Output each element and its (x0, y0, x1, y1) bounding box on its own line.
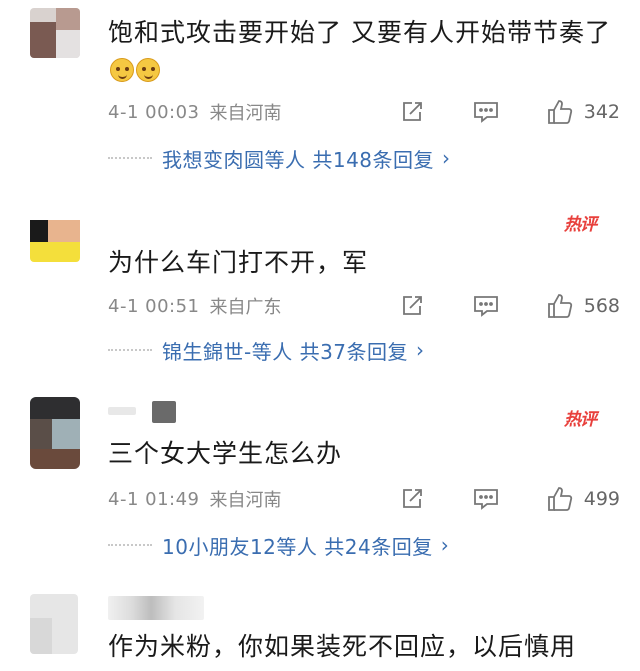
comment-item: 热评 为什么车门打不开，军 4-1 00:51 来自广东 568 锦生錦世-等人… (0, 200, 640, 395)
avatar[interactable] (30, 594, 78, 654)
username[interactable] (108, 596, 204, 620)
comment-text: 为什么车门打不开，军 (108, 244, 620, 281)
reply-summary-link[interactable]: 锦生錦世-等人 共37条回复 › (108, 335, 424, 365)
avatar[interactable] (30, 397, 80, 469)
like-count: 342 (583, 101, 620, 123)
comment-icon[interactable] (472, 292, 500, 320)
reply-summary-link[interactable]: 我想变肉圆等人 共148条回复 › (108, 143, 450, 173)
thumbs-up-icon[interactable] (546, 292, 574, 320)
comment-icon[interactable] (472, 485, 500, 513)
comment-text-content: 饱和式攻击要开始了 又要有人开始带节奏了 (108, 18, 611, 47)
dotted-divider (108, 544, 152, 546)
comment-location: 来自河南 (209, 103, 282, 124)
comment-item: 饱和式攻击要开始了 又要有人开始带节奏了 4-1 00:03 来自河南 342 … (0, 0, 640, 200)
comment-location: 来自河南 (209, 490, 282, 511)
doge-emoji-icon (136, 58, 160, 82)
reply-summary-link[interactable]: 10小朋友12等人 共24条回复 › (108, 530, 449, 560)
share-icon[interactable] (398, 98, 426, 126)
comment-time: 4-1 00:03 (108, 101, 200, 123)
username[interactable] (108, 407, 136, 415)
reply-summary-text: 锦生錦世-等人 共37条回复 (162, 339, 409, 364)
username[interactable] (152, 401, 176, 423)
comment-item: 热评 三个女大学生怎么办 4-1 01:49 来自河南 499 10小朋友12等… (0, 395, 640, 590)
comment-text-content: 三个女大学生怎么办 (108, 439, 343, 468)
comment-text-content: 作为米粉，你如果装死不回应，以后慎用 (108, 632, 577, 661)
emoji-group (110, 58, 160, 82)
like-count: 499 (583, 488, 620, 510)
avatar[interactable] (30, 212, 80, 262)
reply-summary-text: 10小朋友12等人 共24条回复 (162, 534, 433, 559)
share-icon[interactable] (398, 485, 426, 513)
comment-text: 饱和式攻击要开始了 又要有人开始带节奏了 (108, 14, 620, 88)
comment-text: 三个女大学生怎么办 (108, 435, 620, 472)
comment-time: 4-1 00:51 (108, 295, 200, 317)
comment-actions: 342 (398, 98, 620, 126)
comment-location: 来自广东 (209, 297, 282, 318)
comment-meta: 4-1 01:49 来自河南 499 (108, 485, 620, 513)
hot-comment-badge: 热评 (564, 215, 597, 235)
chevron-right-icon: › (442, 146, 451, 170)
comment-meta: 4-1 00:51 来自广东 568 (108, 292, 620, 320)
comment-icon[interactable] (472, 98, 500, 126)
avatar[interactable] (30, 8, 80, 58)
comment-meta: 4-1 00:03 来自河南 342 (108, 98, 620, 126)
comment-text: 作为米粉，你如果装死不回应，以后慎用 (108, 628, 620, 665)
thumbs-up-icon[interactable] (546, 98, 574, 126)
comment-actions: 499 (398, 485, 620, 513)
hot-comment-badge: 热评 (564, 410, 597, 430)
dotted-divider (108, 157, 152, 159)
dotted-divider (108, 349, 152, 351)
doge-emoji-icon (110, 58, 134, 82)
thumbs-up-icon[interactable] (546, 485, 574, 513)
chevron-right-icon: › (440, 533, 449, 557)
comment-item: 作为米粉，你如果装死不回应，以后慎用 (0, 590, 640, 671)
comment-time: 4-1 01:49 (108, 488, 200, 510)
comment-actions: 568 (398, 292, 620, 320)
comment-text-content: 为什么车门打不开，军 (108, 248, 369, 277)
like-count: 568 (583, 295, 620, 317)
reply-summary-text: 我想变肉圆等人 共148条回复 (162, 147, 435, 172)
chevron-right-icon: › (416, 338, 425, 362)
share-icon[interactable] (398, 292, 426, 320)
